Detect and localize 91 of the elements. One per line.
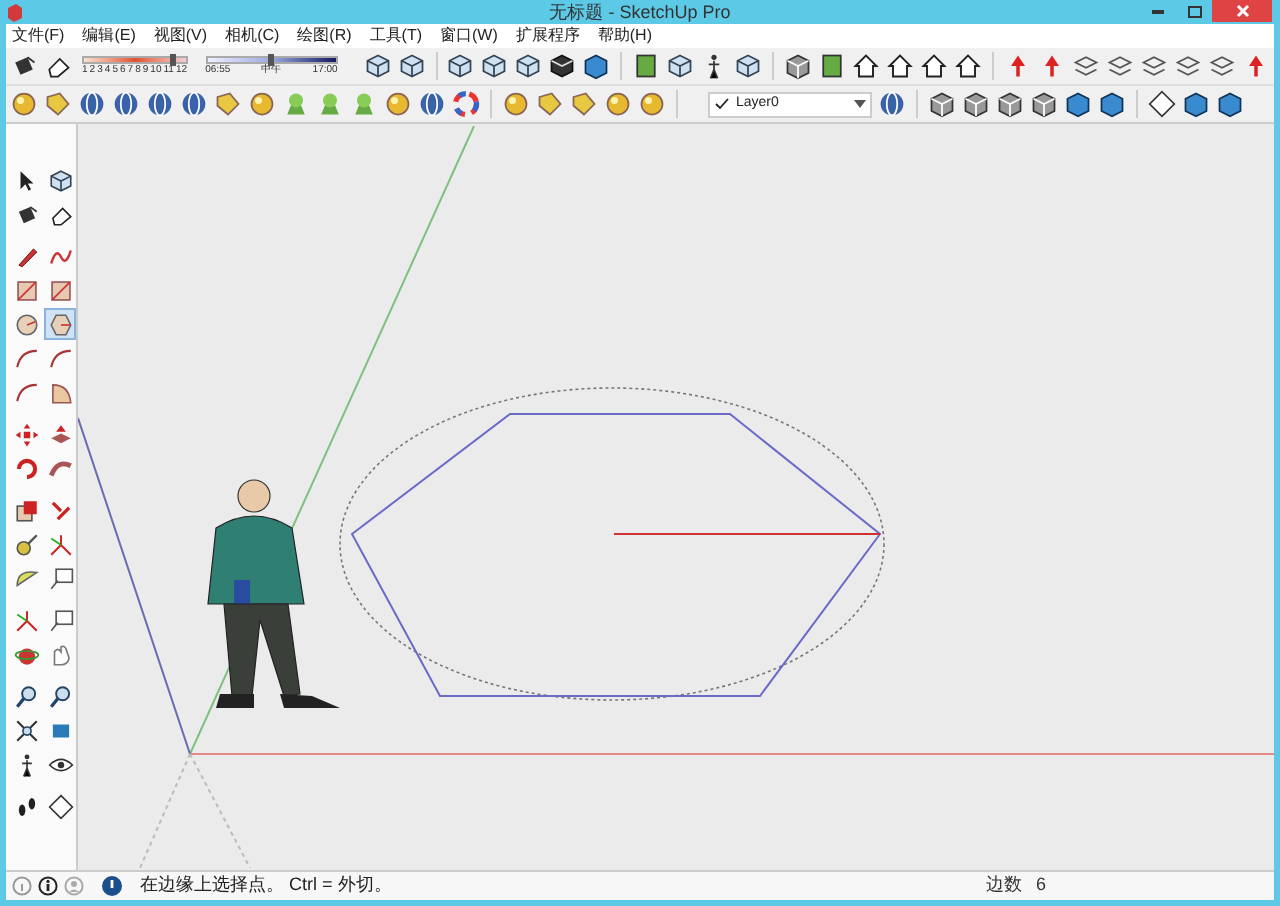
caret-icon [854, 100, 866, 108]
menu-item[interactable]: 相机(C) [225, 28, 280, 44]
paint-bucket-icon[interactable] [10, 52, 38, 80]
close-icon [1235, 4, 1249, 18]
sphere-icon[interactable] [502, 90, 530, 118]
axes-icon [13, 607, 39, 633]
cube-icon [47, 167, 73, 193]
section-plane-icon [47, 793, 73, 819]
rectangle-icon [47, 277, 73, 303]
menu-item[interactable]: 工具(T) [369, 28, 422, 44]
measurement-value: 6 [1034, 872, 1049, 899]
layers-icon[interactable] [1174, 52, 1202, 80]
layers-icon[interactable] [1072, 52, 1100, 80]
circle-icon [13, 311, 39, 337]
follow-me-icon [47, 455, 73, 481]
tool-button[interactable] [44, 680, 76, 712]
dotted-axis-lines [139, 753, 251, 868]
text-icon [47, 565, 73, 591]
menu-item[interactable]: 窗口(W) [440, 28, 498, 44]
window-title: 无标题 - SketchUp Pro [549, 3, 731, 21]
month-slider-thumb[interactable] [169, 53, 176, 65]
color-wheel-icon[interactable] [452, 90, 480, 118]
cube-icon[interactable] [734, 52, 763, 80]
tag-icon[interactable] [214, 90, 242, 118]
menu-item[interactable]: 视图(V) [153, 28, 208, 44]
sphere-icon[interactable] [384, 90, 412, 118]
globe-icon[interactable] [146, 90, 174, 118]
time-slider-thumb[interactable] [268, 53, 275, 65]
tag-icon[interactable] [44, 90, 72, 118]
help-icon[interactable] [102, 876, 122, 896]
menu-item[interactable]: 编辑(E) [82, 28, 136, 44]
house-icon[interactable] [886, 52, 915, 80]
arc-icon [13, 379, 39, 405]
layers-icon[interactable] [1208, 52, 1236, 80]
cube-icon[interactable] [514, 52, 543, 80]
sphere-icon[interactable] [248, 90, 276, 118]
pie-icon [47, 379, 73, 405]
menu-item[interactable]: 扩展程序 [515, 28, 580, 44]
text-icon [47, 607, 73, 633]
magnifier-icon [13, 683, 39, 709]
maximize-icon [1187, 5, 1201, 17]
cube-icon[interactable] [397, 52, 426, 80]
magnifier-icon [47, 683, 73, 709]
menu-item[interactable]: 文件(F) [12, 28, 65, 44]
globe-icon[interactable] [112, 90, 140, 118]
axes-icon [47, 531, 73, 557]
measurement-label: 边数 [986, 872, 1022, 899]
layers-icon[interactable] [1140, 52, 1168, 80]
close-button[interactable] [1212, 0, 1272, 22]
tool-button[interactable] [44, 790, 76, 822]
tag-icon[interactable] [570, 90, 598, 118]
pencil-icon [13, 243, 39, 269]
globe-icon[interactable] [878, 90, 906, 118]
globe-icon[interactable] [180, 90, 208, 118]
tape-measure-icon [13, 531, 39, 557]
tag-icon[interactable] [536, 90, 564, 118]
minimize-icon [1152, 9, 1164, 13]
menu-item[interactable]: 帮助(H) [597, 28, 652, 44]
cube-icon[interactable] [548, 52, 577, 80]
house-icon[interactable] [920, 52, 949, 80]
house-icon[interactable] [954, 52, 983, 80]
paint-bucket-icon [13, 201, 39, 227]
section-plane-icon[interactable] [1148, 90, 1176, 118]
status-message: 在边缘上选择点。 Ctrl = 外切。 [140, 872, 392, 899]
rectangle-icon [13, 277, 39, 303]
tool-button[interactable] [10, 680, 42, 712]
zoom-extents-icon [13, 717, 39, 743]
push-pull-icon [47, 421, 73, 447]
cube-icon[interactable] [480, 52, 509, 80]
arc-icon [47, 345, 73, 371]
rotate-icon [13, 455, 39, 481]
globe-icon[interactable] [418, 90, 446, 118]
sphere-icon[interactable] [10, 90, 38, 118]
move-icon [13, 421, 39, 447]
menu-item[interactable]: 绘图(R) [297, 28, 352, 44]
scale-icon [13, 497, 39, 523]
eraser-icon [47, 201, 73, 227]
cube-icon[interactable] [446, 52, 475, 80]
cube-icon[interactable] [666, 52, 695, 80]
layers-icon[interactable] [1106, 52, 1134, 80]
polygon-icon [47, 311, 73, 337]
eraser-icon[interactable] [44, 52, 72, 80]
info-icon[interactable] [38, 876, 58, 896]
house-icon[interactable] [852, 52, 881, 80]
sphere-icon[interactable] [604, 90, 632, 118]
arc-icon [13, 345, 39, 371]
globe-icon[interactable] [78, 90, 106, 118]
check-icon [714, 96, 730, 112]
sphere-icon[interactable] [638, 90, 666, 118]
footprints-icon [13, 793, 39, 819]
cube-icon[interactable] [363, 52, 392, 80]
